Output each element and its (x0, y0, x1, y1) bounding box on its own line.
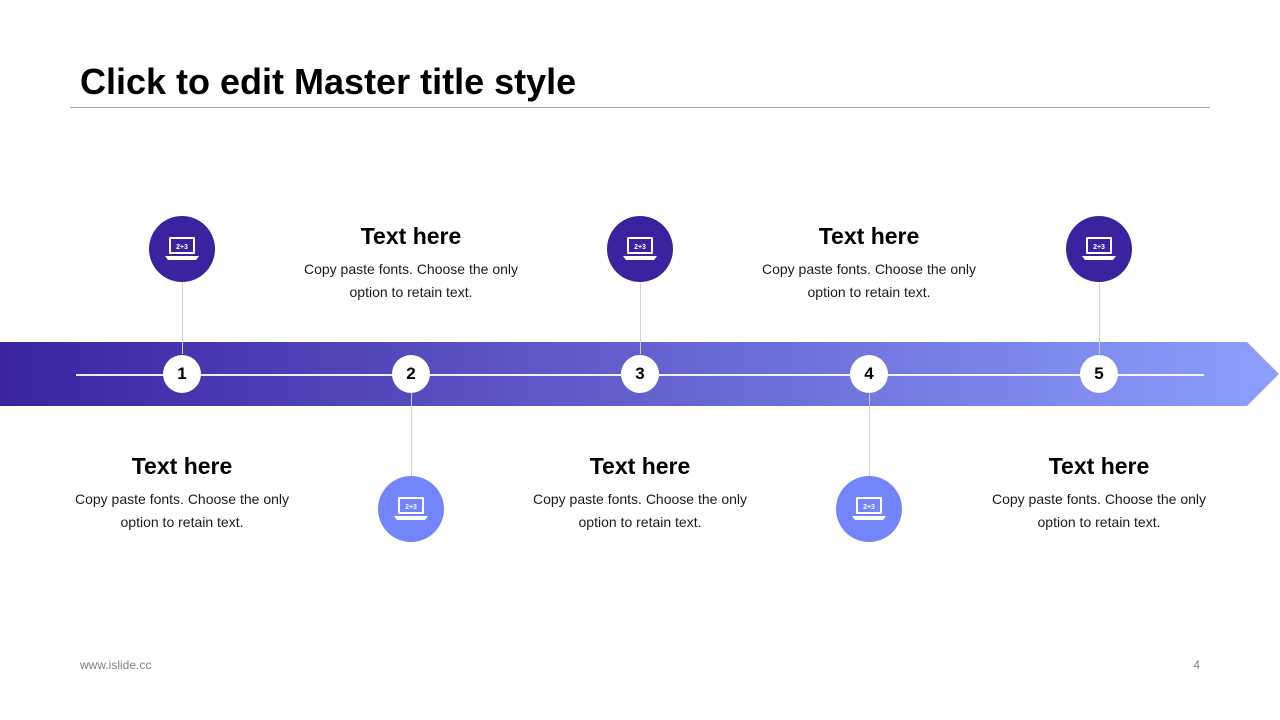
step-5-icon-circle: 2+3 (1066, 216, 1132, 282)
step-1-body: Copy paste fonts. Choose the only option… (74, 491, 290, 530)
step-number-3: 3 (621, 355, 659, 393)
step-3-label: Text here Copy paste fonts. Choose the o… (525, 452, 755, 534)
svg-text:2+3: 2+3 (176, 244, 188, 251)
step-1-icon-circle: 2+3 (149, 216, 215, 282)
laptop-math-icon: 2+3 (394, 497, 428, 520)
svg-text:2+3: 2+3 (863, 504, 875, 511)
step-4-icon-circle: 2+3 (836, 476, 902, 542)
connector-1 (182, 282, 183, 354)
step-number-2: 2 (392, 355, 430, 393)
step-number-5: 5 (1080, 355, 1118, 393)
step-2-label: Text here Copy paste fonts. Choose the o… (296, 222, 526, 304)
step-5-heading: Text here (1048, 453, 1150, 479)
slide-title: Click to edit Master title style (80, 61, 577, 102)
step-2-heading: Text here (360, 223, 462, 249)
connector-2 (411, 392, 412, 478)
step-4-label: Text here Copy paste fonts. Choose the o… (754, 222, 984, 304)
title-divider (70, 107, 1210, 108)
step-3-icon-circle: 2+3 (607, 216, 673, 282)
connector-5 (1099, 282, 1100, 354)
footer-url: www.islide.cc (80, 658, 152, 672)
step-5-body: Copy paste fonts. Choose the only option… (991, 491, 1207, 530)
step-1-heading: Text here (131, 453, 233, 479)
step-3-heading: Text here (589, 453, 691, 479)
laptop-math-icon: 2+3 (1082, 237, 1116, 260)
laptop-math-icon: 2+3 (852, 497, 886, 520)
step-1-label: Text here Copy paste fonts. Choose the o… (67, 452, 297, 534)
svg-text:2+3: 2+3 (1093, 244, 1105, 251)
connector-3 (640, 282, 641, 354)
step-3-body: Copy paste fonts. Choose the only option… (532, 491, 748, 530)
svg-text:2+3: 2+3 (634, 244, 646, 251)
step-4-heading: Text here (818, 223, 920, 249)
step-2-icon-circle: 2+3 (378, 476, 444, 542)
step-number-4: 4 (850, 355, 888, 393)
step-number-1: 1 (163, 355, 201, 393)
svg-text:2+3: 2+3 (405, 504, 417, 511)
laptop-math-icon: 2+3 (165, 237, 199, 260)
step-4-body: Copy paste fonts. Choose the only option… (761, 261, 977, 300)
page-number: 4 (1193, 658, 1200, 672)
laptop-math-icon: 2+3 (623, 237, 657, 260)
step-2-body: Copy paste fonts. Choose the only option… (303, 261, 519, 300)
step-5-label: Text here Copy paste fonts. Choose the o… (984, 452, 1214, 534)
connector-4 (869, 392, 870, 478)
